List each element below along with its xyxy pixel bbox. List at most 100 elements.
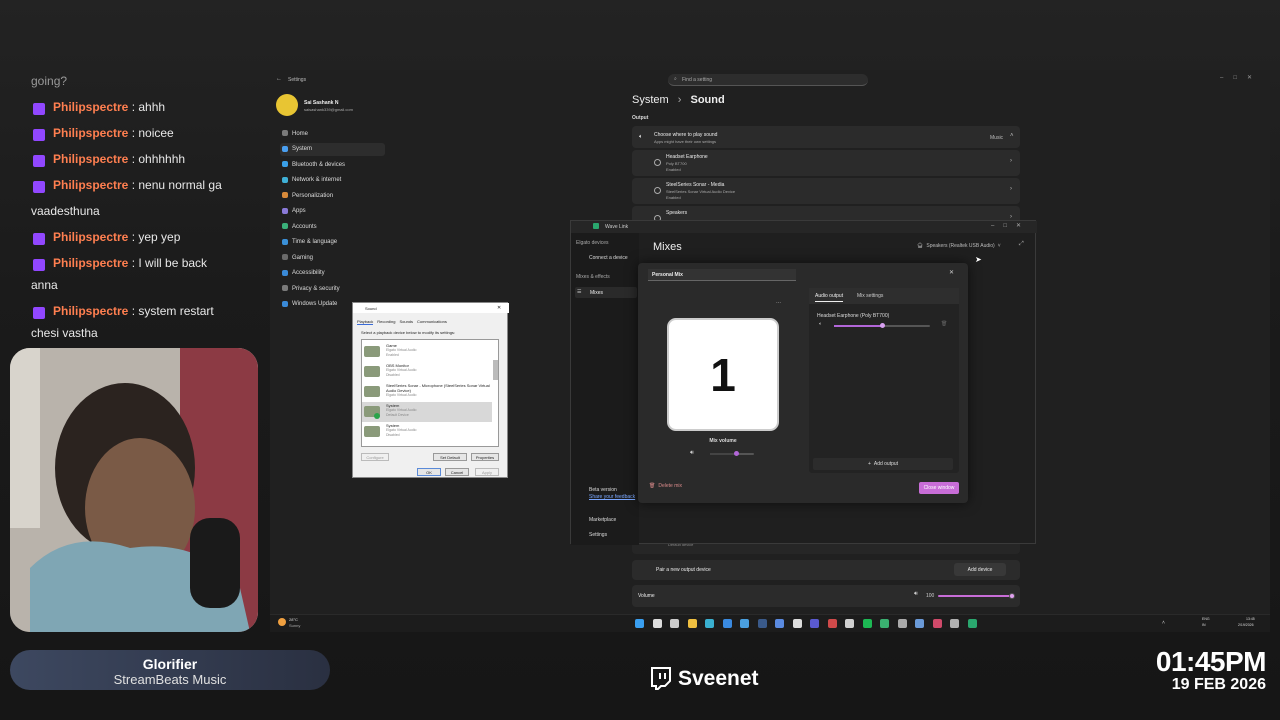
- app-icon[interactable]: [950, 619, 959, 628]
- choose-output-row[interactable]: 🔈︎ Choose where to play sound Apps might…: [632, 126, 1020, 148]
- back-arrow-icon[interactable]: ←: [276, 76, 282, 82]
- window-controls[interactable]: –□✕: [991, 222, 1030, 229]
- volume-slider[interactable]: [938, 595, 1012, 597]
- search-input[interactable]: ⌕ Find a setting: [668, 74, 868, 86]
- chat-username[interactable]: Philipspectre: [53, 304, 128, 318]
- sidebar-item-time-language[interactable]: Time & language: [280, 236, 385, 249]
- list-item[interactable]: OBS Monitor Elgato Virtual Audio Disabled: [362, 362, 492, 382]
- list-item[interactable]: Game Elgato Virtual Audio Enabled: [362, 342, 492, 362]
- app-icon[interactable]: [775, 619, 784, 628]
- ok-button[interactable]: OK: [417, 468, 441, 476]
- properties-button[interactable]: Properties: [471, 453, 499, 461]
- chat-username[interactable]: Philipspectre: [53, 152, 128, 166]
- settings-nav[interactable]: Settings: [589, 532, 607, 538]
- tab-recording[interactable]: Recording: [377, 319, 395, 325]
- marketplace-nav[interactable]: Marketplace: [589, 517, 616, 523]
- window-controls[interactable]: –□✕: [1220, 74, 1262, 81]
- mix-volume-slider[interactable]: [710, 451, 754, 456]
- feedback-link[interactable]: Share your feedback: [589, 494, 635, 500]
- windows-icon[interactable]: [635, 619, 644, 628]
- chat-username[interactable]: Philipspectre: [53, 100, 128, 114]
- output-volume-slider[interactable]: [834, 323, 930, 328]
- apply-button[interactable]: Apply: [475, 468, 499, 476]
- chat-username[interactable]: Philipspectre: [53, 230, 128, 244]
- output-device-select[interactable]: 🎧︎ Speakers (Realtek USB Audio) ˅: [917, 241, 1009, 251]
- sidebar-item-gaming[interactable]: Gaming: [280, 251, 385, 264]
- app-icon[interactable]: [915, 619, 924, 628]
- tab-playback[interactable]: Playback: [357, 319, 374, 325]
- speaker-device-icon: [364, 426, 380, 437]
- mix-volume-thumb[interactable]: [734, 451, 740, 456]
- add-device-button[interactable]: Add device: [954, 563, 1006, 576]
- settings-icon[interactable]: [897, 619, 907, 628]
- spotify-icon[interactable]: [862, 619, 872, 628]
- radio-button[interactable]: [654, 187, 661, 194]
- trash-icon[interactable]: 🗑︎: [941, 321, 947, 327]
- list-item[interactable]: System Elgato Virtual Audio Disabled: [362, 422, 492, 442]
- pin-icon[interactable]: ⤢: [1019, 241, 1024, 248]
- tab-communications[interactable]: Communications: [417, 319, 447, 325]
- app-icon[interactable]: [810, 619, 819, 628]
- sidebar-item-personalization[interactable]: Personalization: [280, 189, 385, 202]
- sidebar-item-accounts[interactable]: Accounts: [280, 220, 385, 233]
- speaker-device-icon: [364, 346, 380, 357]
- list-icon: ☰: [577, 289, 582, 295]
- output-device-row[interactable]: SteelSeries Sonar - Media SteelSeries Son…: [632, 178, 1020, 204]
- delete-mix-button[interactable]: 🗑︎ Delete mix: [649, 483, 682, 489]
- file-explorer-icon[interactable]: [687, 619, 697, 628]
- cancel-button[interactable]: Cancel: [445, 468, 469, 476]
- chat-username[interactable]: Philipspectre: [53, 178, 128, 192]
- more-options-button[interactable]: ...: [776, 299, 781, 305]
- wave-link-icon[interactable]: [967, 619, 977, 628]
- volume-thumb[interactable]: [1009, 593, 1015, 599]
- radio-button[interactable]: [654, 159, 661, 166]
- sidebar-item-home[interactable]: Home: [280, 127, 385, 140]
- tab-sounds[interactable]: Sounds: [399, 319, 413, 325]
- sidebar-item-network-internet[interactable]: Network & internet: [280, 174, 385, 187]
- obs-icon[interactable]: [792, 619, 802, 628]
- breadcrumb-parent[interactable]: System: [632, 94, 669, 106]
- close-window-button[interactable]: Close window: [919, 482, 959, 494]
- app-icon[interactable]: [932, 619, 942, 628]
- scrollbar[interactable]: [493, 360, 498, 380]
- sidebar-item-bluetooth-devices[interactable]: Bluetooth & devices: [280, 158, 385, 171]
- app-icon[interactable]: [827, 619, 837, 628]
- sidebar-item-accessibility[interactable]: Accessibility: [280, 267, 385, 280]
- store-icon[interactable]: [722, 619, 732, 628]
- search-icon[interactable]: [652, 619, 662, 628]
- edge-icon[interactable]: [705, 619, 714, 628]
- mixes-nav-item[interactable]: ☰ Mixes: [575, 287, 637, 298]
- mix-name-input[interactable]: Personal Mix: [648, 269, 796, 281]
- chat-username[interactable]: Philipspectre: [53, 256, 128, 270]
- mix-number-tile[interactable]: 1: [667, 318, 779, 431]
- tab-mix-settings[interactable]: Mix settings: [857, 293, 883, 299]
- configure-button[interactable]: Configure: [361, 453, 389, 461]
- add-output-button[interactable]: + Add output: [813, 458, 953, 470]
- sidebar-item-privacy-security[interactable]: Privacy & security: [280, 282, 385, 295]
- close-icon[interactable]: ✕: [497, 305, 501, 311]
- chrome-icon[interactable]: [740, 619, 749, 628]
- twitch-badge-icon: [33, 259, 45, 271]
- steam-icon[interactable]: [757, 619, 767, 628]
- sidebar-item-apps[interactable]: Apps: [280, 205, 385, 218]
- output-device-row[interactable]: Headset Earphone Poly BT700 Enabled ›: [632, 150, 1020, 176]
- sidebar-item-system[interactable]: System: [280, 142, 385, 156]
- app-icon[interactable]: [880, 619, 889, 628]
- tray-time[interactable]: 13:45: [1246, 617, 1255, 621]
- tab-audio-output[interactable]: Audio output: [815, 293, 844, 302]
- close-icon[interactable]: ✕: [949, 269, 954, 276]
- discord-icon[interactable]: [845, 619, 854, 628]
- output-volume-thumb[interactable]: [880, 323, 885, 328]
- list-item[interactable]: System Elgato Virtual Audio Default Device: [362, 402, 492, 422]
- sidebar-item-label: Privacy & security: [292, 285, 340, 292]
- connect-device[interactable]: Connect a device: [589, 255, 628, 261]
- check-icon: [374, 413, 380, 419]
- choose-value: Music: [990, 135, 1004, 141]
- task-view-icon[interactable]: [670, 619, 679, 628]
- tray-chevron-icon[interactable]: ˄: [1162, 620, 1165, 626]
- chat-username[interactable]: Philipspectre: [53, 126, 128, 140]
- tray-lang1[interactable]: ENG: [1202, 617, 1210, 621]
- set-default-button[interactable]: Set Default: [433, 453, 467, 461]
- output-device-value: Speakers (Realtek USB Audio): [926, 243, 995, 249]
- list-item[interactable]: SteelSeries Sonar - Microphone (SteelSer…: [362, 382, 492, 402]
